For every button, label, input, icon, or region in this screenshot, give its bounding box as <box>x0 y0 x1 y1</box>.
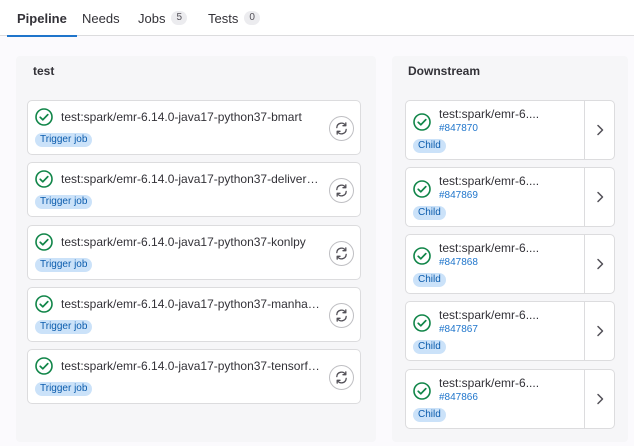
check-circle-icon <box>35 233 53 251</box>
job-name: test:spark/emr-6.14.0-java17-python37-ma… <box>61 297 321 311</box>
downstream-title: Downstream <box>408 64 481 78</box>
tab-needs-label: Needs <box>82 10 120 26</box>
child-badge: Child <box>413 139 446 153</box>
downstream-pipeline-card: test:spark/emr-6.... #847870 Child <box>405 100 615 160</box>
stage-title: test <box>33 64 55 78</box>
downstream-pipeline-link[interactable]: test:spark/emr-6.... #847867 Child <box>406 302 585 360</box>
child-badge: Child <box>413 206 446 220</box>
downstream-pipeline-name: test:spark/emr-6.... <box>439 107 540 121</box>
check-circle-icon <box>35 170 53 188</box>
downstream-pipeline-id-link[interactable]: #847870 <box>439 123 478 134</box>
trigger-job-badge: Trigger job <box>35 320 93 334</box>
tab-pipeline-label: Pipeline <box>17 10 67 26</box>
expand-downstream-button[interactable] <box>584 235 614 293</box>
chevron-right-icon <box>596 325 603 337</box>
job-card[interactable]: test:spark/emr-6.14.0-java17-python37-te… <box>27 349 361 404</box>
check-circle-icon <box>413 314 431 332</box>
check-circle-icon <box>413 113 431 131</box>
job-card[interactable]: test:spark/emr-6.14.0-java17-python37-bm… <box>27 100 361 155</box>
child-badge: Child <box>413 340 446 354</box>
jobs-count-badge: 5 <box>171 11 188 25</box>
job-card[interactable]: test:spark/emr-6.14.0-java17-python37-ko… <box>27 225 361 280</box>
retry-button[interactable] <box>329 241 354 266</box>
retry-icon <box>336 184 347 197</box>
downstream-pipeline-card: test:spark/emr-6.... #847866 Child <box>405 369 615 429</box>
downstream-pipeline-id-link[interactable]: #847866 <box>439 392 478 403</box>
tab-tests-label: Tests <box>208 10 239 26</box>
retry-button[interactable] <box>329 178 354 203</box>
downstream-pipeline-card: test:spark/emr-6.... #847869 Child <box>405 167 615 227</box>
job-name: test:spark/emr-6.14.0-java17-python37-te… <box>61 359 321 373</box>
expand-downstream-button[interactable] <box>584 168 614 226</box>
trigger-job-badge: Trigger job <box>35 133 93 147</box>
chevron-right-icon <box>596 124 603 136</box>
chevron-right-icon <box>596 258 603 270</box>
downstream-pipeline-link[interactable]: test:spark/emr-6.... #847869 Child <box>406 168 585 226</box>
tab-tests[interactable]: Tests 0 <box>208 0 260 36</box>
expand-downstream-button[interactable] <box>584 101 614 159</box>
job-name: test:spark/emr-6.14.0-java17-python37-de… <box>61 172 321 186</box>
check-circle-icon <box>35 357 53 375</box>
tab-jobs-label: Jobs <box>138 10 166 26</box>
chevron-right-icon <box>596 191 603 203</box>
check-circle-icon <box>413 382 431 400</box>
check-circle-icon <box>35 295 53 313</box>
trigger-job-badge: Trigger job <box>35 258 93 272</box>
job-card[interactable]: test:spark/emr-6.14.0-java17-python37-ma… <box>27 287 361 342</box>
retry-icon <box>336 122 347 135</box>
tests-count-badge: 0 <box>244 11 260 25</box>
tab-needs[interactable]: Needs <box>82 0 120 36</box>
downstream-pipeline-name: test:spark/emr-6.... <box>439 241 540 255</box>
downstream-pipeline-card: test:spark/emr-6.... #847867 Child <box>405 301 615 361</box>
downstream-pipeline-link[interactable]: test:spark/emr-6.... #847866 Child <box>406 370 585 428</box>
job-name: test:spark/emr-6.14.0-java17-python37-bm… <box>61 110 302 124</box>
pipeline-tabs: Pipeline Needs Jobs 5 Tests 0 <box>0 0 634 37</box>
retry-button[interactable] <box>329 116 354 141</box>
expand-downstream-button[interactable] <box>584 302 614 360</box>
retry-button[interactable] <box>329 365 354 390</box>
retry-icon <box>336 371 347 384</box>
job-card[interactable]: test:spark/emr-6.14.0-java17-python37-de… <box>27 162 361 217</box>
job-name: test:spark/emr-6.14.0-java17-python37-ko… <box>61 235 306 249</box>
downstream-pipeline-name: test:spark/emr-6.... <box>439 174 540 188</box>
downstream-pipeline-id-link[interactable]: #847869 <box>439 190 478 201</box>
child-badge: Child <box>413 408 446 422</box>
downstream-pipeline-name: test:spark/emr-6.... <box>439 376 540 390</box>
tab-pipeline[interactable]: Pipeline <box>7 0 77 37</box>
retry-icon <box>336 247 347 260</box>
tab-jobs[interactable]: Jobs 5 <box>138 0 188 36</box>
chevron-right-icon <box>596 393 603 405</box>
check-circle-icon <box>413 247 431 265</box>
check-circle-icon <box>35 108 53 126</box>
downstream-pipeline-id-link[interactable]: #847867 <box>439 324 478 335</box>
retry-icon <box>336 309 347 322</box>
downstream-pipeline-link[interactable]: test:spark/emr-6.... #847868 Child <box>406 235 585 293</box>
downstream-pipeline-id-link[interactable]: #847868 <box>439 257 478 268</box>
child-badge: Child <box>413 273 446 287</box>
downstream-pipeline-card: test:spark/emr-6.... #847868 Child <box>405 234 615 294</box>
trigger-job-badge: Trigger job <box>35 382 93 396</box>
downstream-pipeline-link[interactable]: test:spark/emr-6.... #847870 Child <box>406 101 585 159</box>
downstream-pipeline-name: test:spark/emr-6.... <box>439 308 540 322</box>
trigger-job-badge: Trigger job <box>35 195 93 209</box>
retry-button[interactable] <box>329 303 354 328</box>
check-circle-icon <box>413 180 431 198</box>
expand-downstream-button[interactable] <box>584 370 614 428</box>
